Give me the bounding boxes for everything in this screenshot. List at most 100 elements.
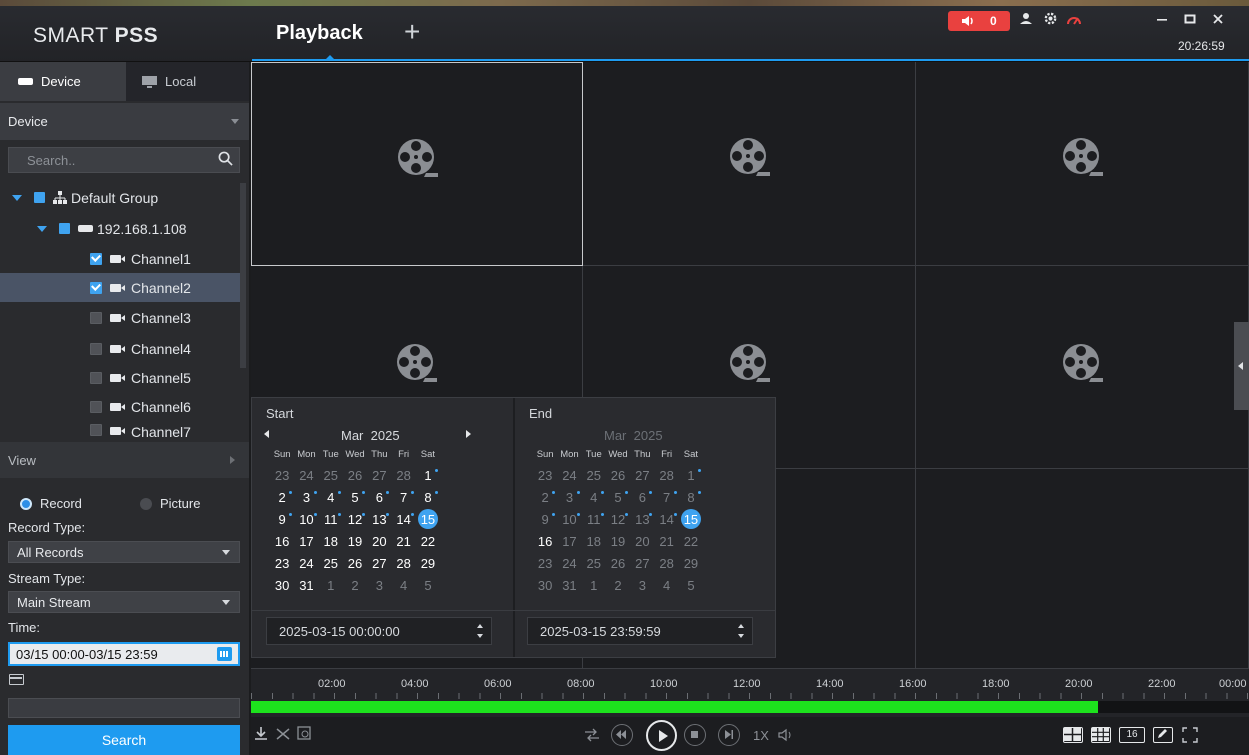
day-cell[interactable]: 18 xyxy=(582,531,606,553)
time-range-field[interactable]: 03/15 00:00-03/15 23:59 xyxy=(8,642,240,666)
volume-icon[interactable] xyxy=(778,728,794,742)
layout-4-icon[interactable] xyxy=(1063,727,1083,743)
day-cell[interactable]: 22 xyxy=(679,531,703,553)
day-cell[interactable]: 16 xyxy=(270,531,294,553)
tree-item-channel-4[interactable]: Channel4 xyxy=(0,334,240,363)
day-cell[interactable]: 4 xyxy=(319,487,343,509)
day-cell[interactable]: 28 xyxy=(391,553,415,575)
fullscreen-icon[interactable] xyxy=(1182,727,1198,743)
record-type-select[interactable]: All Records xyxy=(8,541,240,563)
day-cell[interactable]: 25 xyxy=(319,465,343,487)
day-cell[interactable]: 14 xyxy=(654,509,678,531)
day-cell[interactable]: 25 xyxy=(582,553,606,575)
day-cell[interactable]: 1 xyxy=(582,575,606,597)
day-cell[interactable]: 27 xyxy=(630,465,654,487)
day-cell[interactable]: 25 xyxy=(582,465,606,487)
day-cell[interactable]: 17 xyxy=(557,531,581,553)
sync-play-icon[interactable] xyxy=(584,728,600,742)
day-cell[interactable]: 28 xyxy=(654,465,678,487)
day-cell[interactable]: 31 xyxy=(557,575,581,597)
search-input[interactable]: Search.. xyxy=(8,147,240,173)
spinner-icon[interactable] xyxy=(738,624,744,638)
day-cell[interactable]: 9 xyxy=(533,509,557,531)
day-cell[interactable]: 14 xyxy=(391,509,415,531)
alarm-button[interactable]: 0 xyxy=(948,11,1010,31)
device-type-dropdown[interactable]: Device xyxy=(0,103,249,140)
record-radio[interactable]: Record xyxy=(20,496,82,511)
day-cell[interactable]: 27 xyxy=(630,553,654,575)
day-cell[interactable]: 12 xyxy=(343,509,367,531)
day-cell[interactable]: 29 xyxy=(416,553,440,575)
day-cell[interactable]: 20 xyxy=(367,531,391,553)
layout-16-icon[interactable]: 16 xyxy=(1119,727,1145,743)
tree-item-channel-5[interactable]: Channel5 xyxy=(0,363,240,392)
day-cell[interactable]: 16 xyxy=(533,531,557,553)
user-icon[interactable] xyxy=(1016,11,1036,31)
day-cell[interactable]: 25 xyxy=(319,553,343,575)
day-cell[interactable]: 30 xyxy=(533,575,557,597)
speed-label[interactable]: 1X xyxy=(753,728,769,743)
day-cell[interactable]: 28 xyxy=(391,465,415,487)
channel-checkbox[interactable] xyxy=(90,342,102,355)
day-cell[interactable]: 23 xyxy=(533,553,557,575)
day-cell[interactable]: 2 xyxy=(606,575,630,597)
maximize-icon[interactable] xyxy=(1180,11,1200,31)
expand-arrow-icon[interactable] xyxy=(37,225,47,232)
day-cell[interactable]: 15 xyxy=(679,509,703,531)
layout-9-icon[interactable] xyxy=(1091,727,1111,743)
day-cell[interactable]: 1 xyxy=(679,465,703,487)
video-window-2[interactable] xyxy=(583,62,916,266)
channel-checkbox[interactable] xyxy=(90,371,102,384)
day-cell[interactable]: 23 xyxy=(270,553,294,575)
video-window-3[interactable] xyxy=(916,62,1249,266)
day-cell[interactable]: 19 xyxy=(343,531,367,553)
group-checkbox[interactable] xyxy=(34,192,45,203)
day-cell[interactable]: 17 xyxy=(294,531,318,553)
day-cell[interactable]: 19 xyxy=(606,531,630,553)
day-cell[interactable]: 8 xyxy=(679,487,703,509)
day-cell[interactable]: 23 xyxy=(270,465,294,487)
stream-type-select[interactable]: Main Stream xyxy=(8,591,240,613)
day-cell[interactable]: 5 xyxy=(343,487,367,509)
day-cell[interactable]: 10 xyxy=(294,509,318,531)
tree-item-channel-1[interactable]: Channel1 xyxy=(0,244,240,273)
tree-item-channel-6[interactable]: Channel6 xyxy=(0,392,240,421)
day-cell[interactable]: 5 xyxy=(416,575,440,597)
day-cell[interactable]: 31 xyxy=(294,575,318,597)
search-icon[interactable] xyxy=(218,151,233,166)
day-cell[interactable]: 5 xyxy=(679,575,703,597)
tree-item-device[interactable]: 192.168.1.108 xyxy=(0,214,240,243)
picture-radio[interactable]: Picture xyxy=(140,496,200,511)
day-cell[interactable]: 24 xyxy=(294,465,318,487)
video-window-6[interactable] xyxy=(916,266,1249,469)
minimize-icon[interactable] xyxy=(1152,11,1172,31)
channel-checkbox[interactable] xyxy=(90,400,102,413)
tree-item-channel-2[interactable]: Channel2 xyxy=(0,273,240,302)
day-cell[interactable]: 5 xyxy=(606,487,630,509)
tree-item-channel-3[interactable]: Channel3 xyxy=(0,303,240,332)
card-id-icon[interactable] xyxy=(9,674,24,685)
view-section-header[interactable]: View xyxy=(0,442,249,478)
day-cell[interactable]: 24 xyxy=(557,465,581,487)
recorded-segment[interactable] xyxy=(251,701,1099,713)
tree-scrollbar[interactable] xyxy=(240,183,246,368)
smart-search-icon[interactable] xyxy=(297,726,313,742)
day-cell[interactable]: 27 xyxy=(367,553,391,575)
day-cell[interactable]: 7 xyxy=(391,487,415,509)
day-cell[interactable]: 8 xyxy=(416,487,440,509)
day-cell[interactable]: 1 xyxy=(319,575,343,597)
add-tab-button[interactable]: + xyxy=(404,18,420,46)
video-window-1[interactable] xyxy=(251,62,583,266)
day-cell[interactable]: 4 xyxy=(654,575,678,597)
channel-checkbox[interactable] xyxy=(90,281,102,294)
channel-checkbox[interactable] xyxy=(90,311,102,324)
playback-timeline[interactable]: 02:00 04:00 06:00 08:00 10:00 12:00 14:00 16:00… xyxy=(251,669,1249,717)
day-cell[interactable]: 1 xyxy=(416,465,440,487)
day-cell[interactable]: 21 xyxy=(654,531,678,553)
day-cell[interactable]: 26 xyxy=(343,465,367,487)
day-cell[interactable]: 26 xyxy=(606,465,630,487)
expand-arrow-icon[interactable] xyxy=(12,194,22,201)
day-cell[interactable]: 30 xyxy=(270,575,294,597)
download-icon[interactable] xyxy=(253,726,269,742)
day-cell[interactable]: 13 xyxy=(367,509,391,531)
